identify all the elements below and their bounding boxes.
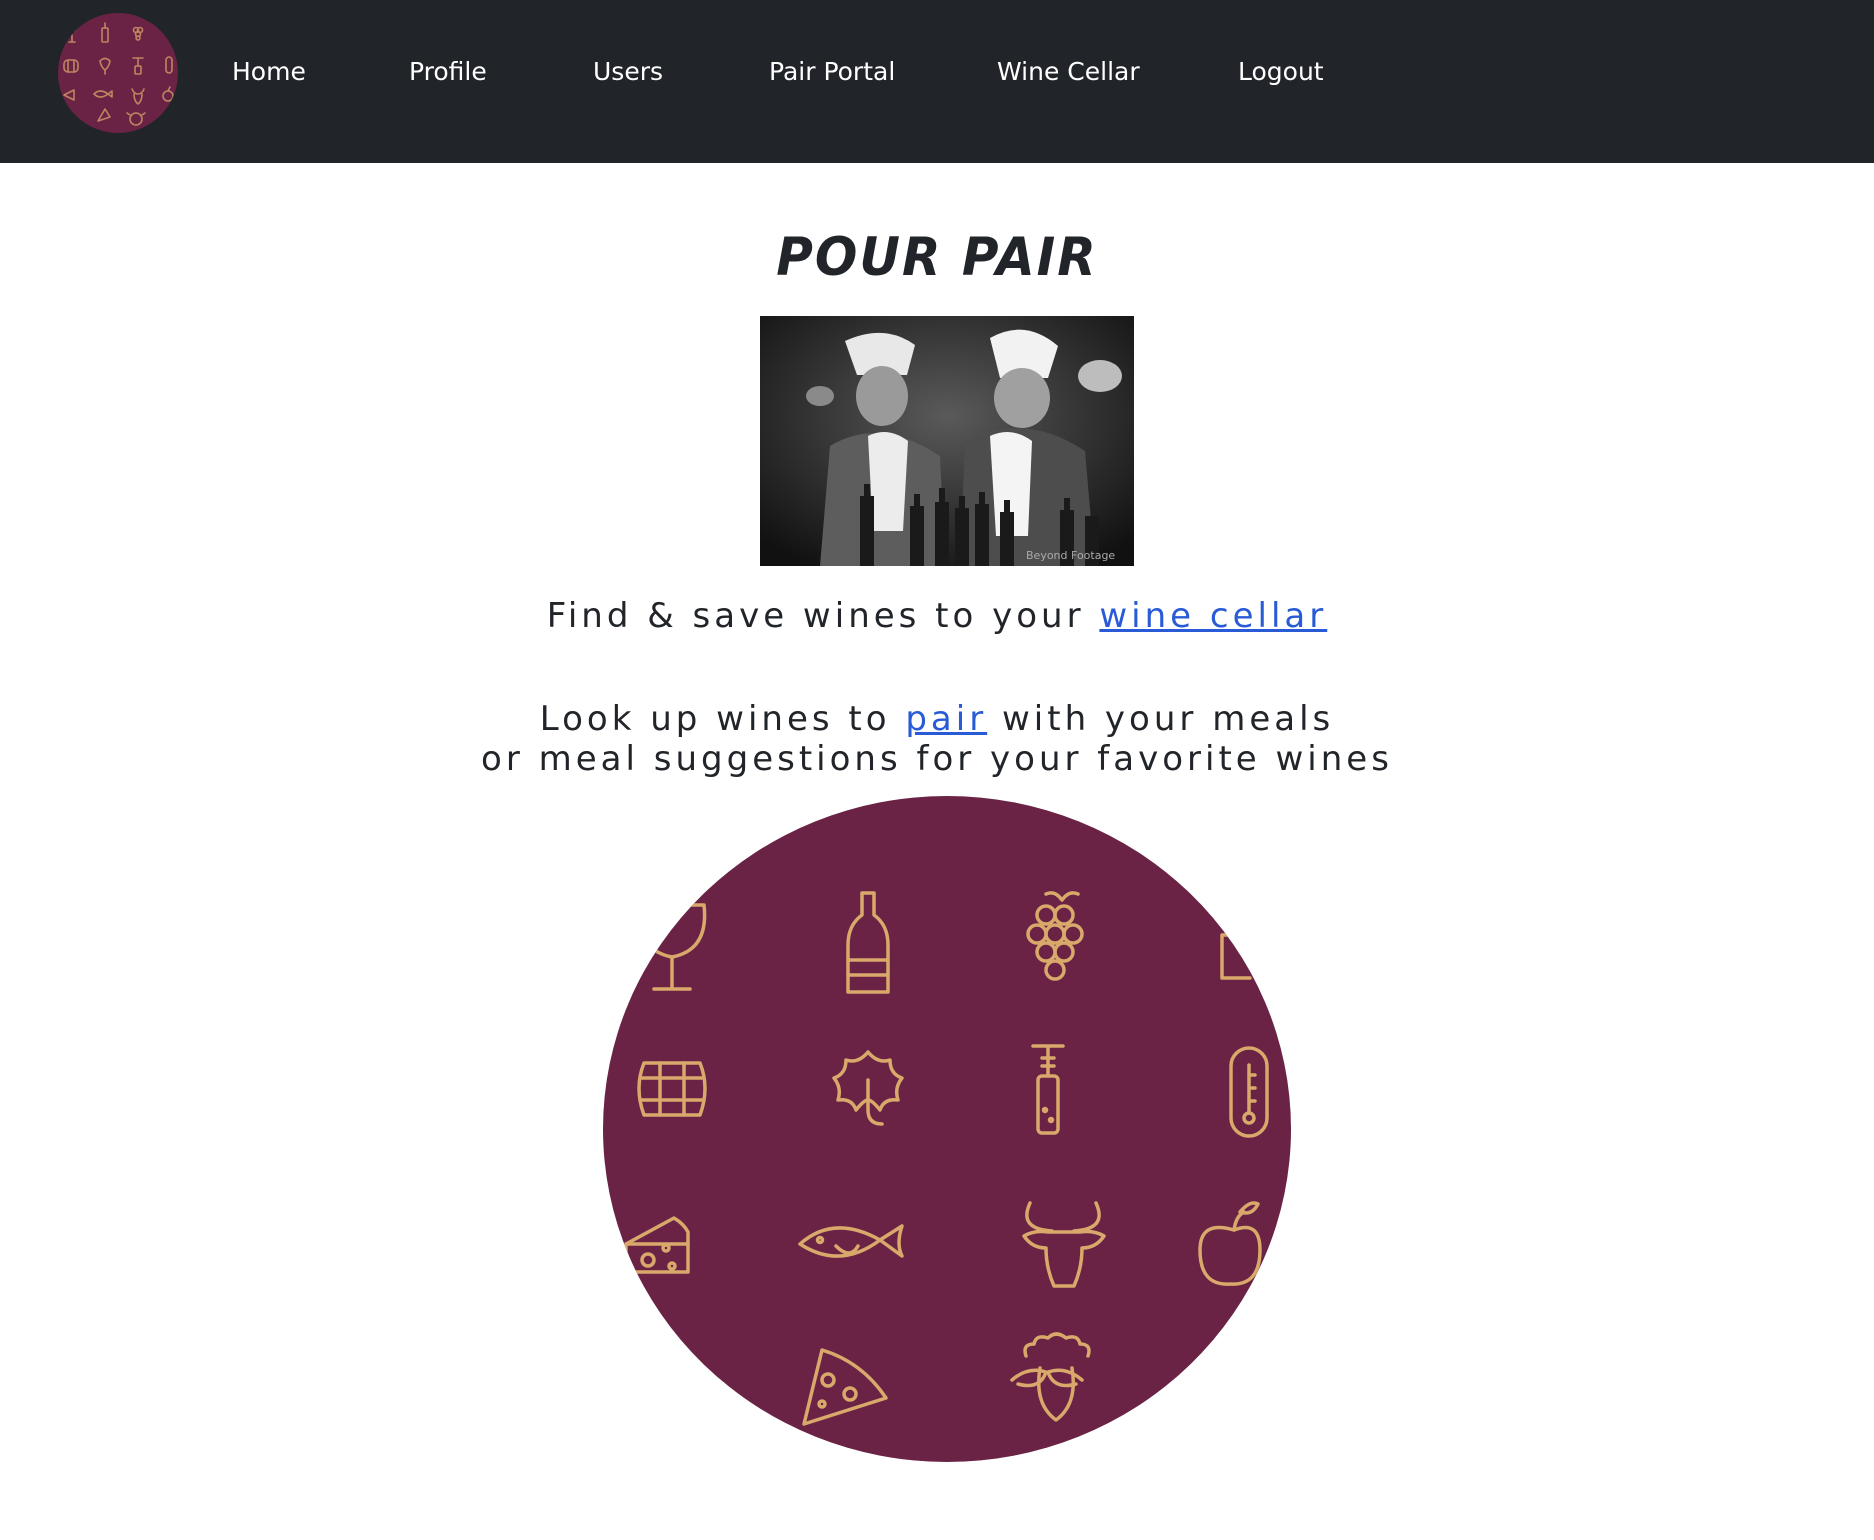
grapes-icon xyxy=(1026,891,1084,981)
nav-links: Home Profile Users Pair Portal Wine Cell… xyxy=(0,0,1874,163)
page-title: POUR PAIR xyxy=(776,226,1098,288)
cheese-icon xyxy=(624,1216,690,1274)
menu-card-icon xyxy=(1220,933,1252,980)
sheep-icon xyxy=(1010,1332,1091,1422)
nav-users-link[interactable]: Users xyxy=(593,54,663,90)
pour-pair-logo xyxy=(603,796,1291,1462)
pair-line-text-after: with your meals xyxy=(987,699,1335,739)
nav-logout-link[interactable]: Logout xyxy=(1238,54,1324,90)
top-navbar: Home Profile Users Pair Portal Wine Cell… xyxy=(0,0,1874,163)
barrel-icon xyxy=(637,1061,707,1117)
partial-icon xyxy=(1196,1352,1220,1362)
svg-text:Beyond Footage: Beyond Footage xyxy=(1026,549,1115,562)
nav-home-link[interactable]: Home xyxy=(232,54,306,90)
grape-leaf-icon xyxy=(832,1050,904,1126)
corkscrew-icon xyxy=(1031,1044,1065,1135)
wine-cellar-line-text: Find & save wines to your xyxy=(546,596,1100,636)
wine-bottle-icon xyxy=(846,891,890,994)
pair-line: Look up wines to pair with your meals xyxy=(0,699,1874,739)
pair-line-second: or meal suggestions for your favorite wi… xyxy=(481,739,1393,779)
apple-icon xyxy=(1198,1201,1262,1286)
chefs-tasting-wine-image: Beyond Footage xyxy=(760,316,1134,566)
pair-line-text-before: Look up wines to xyxy=(539,699,906,739)
bull-icon xyxy=(1022,1201,1106,1288)
nav-wine-cellar-link[interactable]: Wine Cellar xyxy=(997,54,1140,90)
nav-profile-link[interactable]: Profile xyxy=(409,54,487,90)
wine-cellar-link[interactable]: wine cellar xyxy=(1099,596,1327,636)
wine-cellar-line: Find & save wines to your wine cellar xyxy=(0,596,1874,636)
pair-link[interactable]: pair xyxy=(905,699,987,739)
fish-icon xyxy=(798,1224,904,1258)
pizza-icon xyxy=(802,1348,888,1426)
thermometer-icon xyxy=(1229,1046,1269,1138)
wine-glass-icon xyxy=(637,903,707,991)
nav-pair-portal-link[interactable]: Pair Portal xyxy=(769,54,895,90)
